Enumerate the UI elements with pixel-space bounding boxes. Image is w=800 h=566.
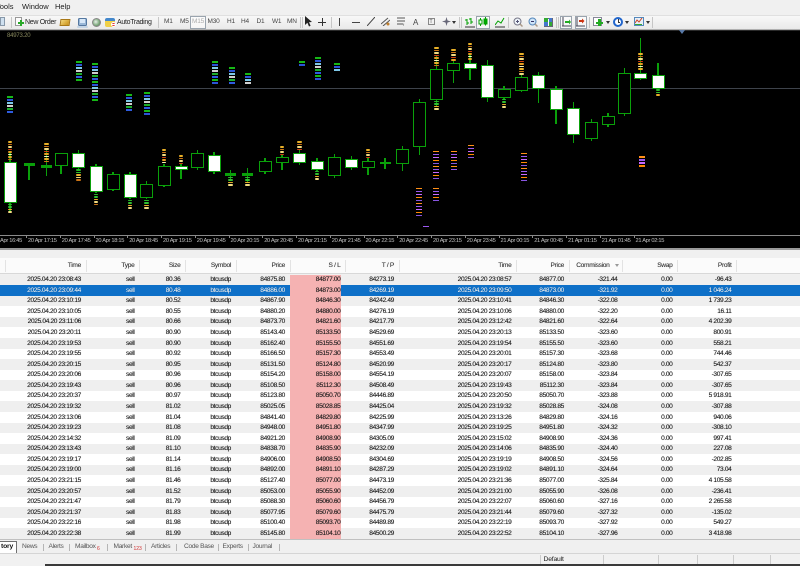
svg-text:f: f bbox=[403, 22, 405, 26]
